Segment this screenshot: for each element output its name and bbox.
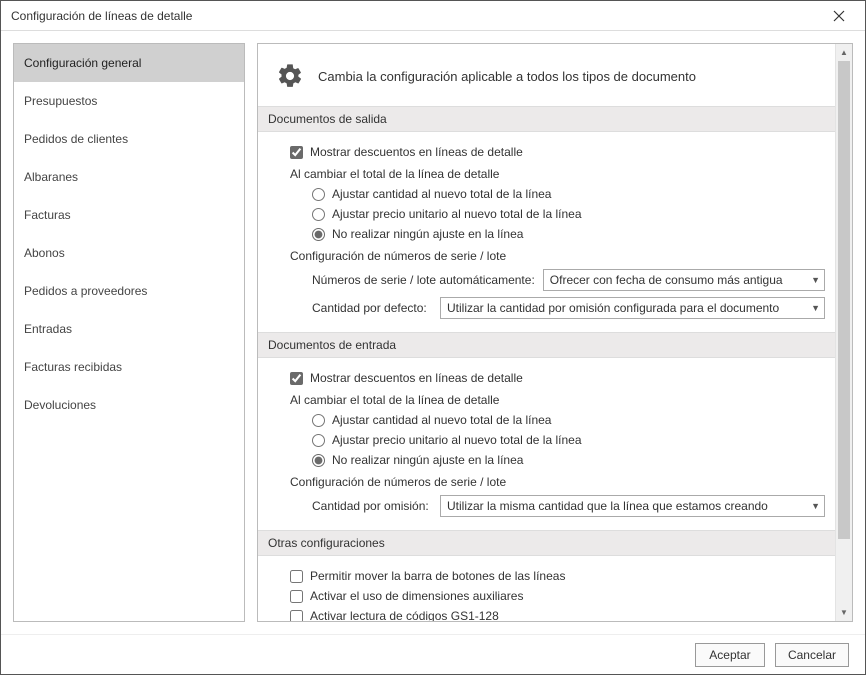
sidebar-item-pedidos-clientes[interactable]: Pedidos de clientes <box>14 120 244 158</box>
section-body-salida: Mostrar descuentos en líneas de detalle … <box>258 132 835 332</box>
sidebar-item-devoluciones[interactable]: Devoluciones <box>14 386 244 424</box>
radio-entrada-adjust-qty[interactable] <box>312 414 325 427</box>
label-entrada-qty-default: Cantidad por omisión: <box>312 499 432 513</box>
checkbox-otras-move-bar[interactable] <box>290 570 303 583</box>
label-entrada-no-adjust: No realizar ningún ajuste en la línea <box>332 453 523 467</box>
gear-icon <box>276 62 304 90</box>
sidebar-item-label: Configuración general <box>24 56 141 70</box>
sidebar-item-facturas[interactable]: Facturas <box>14 196 244 234</box>
button-label: Cancelar <box>788 648 836 662</box>
dialog-window: Configuración de líneas de detalle Confi… <box>0 0 866 675</box>
sidebar-item-presupuestos[interactable]: Presupuestos <box>14 82 244 120</box>
scroll-down-icon[interactable]: ▼ <box>836 604 852 621</box>
combo-salida-qty-default[interactable]: Utilizar la cantidad por omisión configu… <box>440 297 825 319</box>
section-header-otras: Otras configuraciones <box>258 530 835 556</box>
scrollbar-thumb[interactable] <box>838 61 850 539</box>
label-entrada-adjust-qty: Ajustar cantidad al nuevo total de la lí… <box>332 413 551 427</box>
section-header-salida: Documentos de salida <box>258 106 835 132</box>
vertical-scrollbar[interactable]: ▲ ▼ <box>835 44 852 621</box>
label-otras-gs1: Activar lectura de códigos GS1-128 <box>310 609 499 622</box>
label-salida-adjust-qty: Ajustar cantidad al nuevo total de la lí… <box>332 187 551 201</box>
content-title: Cambia la configuración aplicable a todo… <box>318 69 696 84</box>
checkbox-salida-show-discounts[interactable] <box>290 146 303 159</box>
section-header-entrada: Documentos de entrada <box>258 332 835 358</box>
section-body-otras: Permitir mover la barra de botones de la… <box>258 556 835 622</box>
sidebar-item-general[interactable]: Configuración general <box>14 44 244 82</box>
content-panel: Cambia la configuración aplicable a todo… <box>257 43 853 622</box>
sidebar-item-albaranes[interactable]: Albaranes <box>14 158 244 196</box>
label-salida-show-discounts: Mostrar descuentos en líneas de detalle <box>310 145 523 159</box>
label-salida-serial-config: Configuración de números de serie / lote <box>290 244 825 266</box>
sidebar-item-label: Pedidos a proveedores <box>24 284 147 298</box>
close-icon <box>833 10 845 22</box>
radio-salida-adjust-qty[interactable] <box>312 188 325 201</box>
label-otras-move-bar: Permitir mover la barra de botones de la… <box>310 569 565 583</box>
sidebar-item-entradas[interactable]: Entradas <box>14 310 244 348</box>
nav-sidebar: Configuración general Presupuestos Pedid… <box>13 43 245 622</box>
sidebar-item-label: Albaranes <box>24 170 78 184</box>
dialog-footer: Aceptar Cancelar <box>1 634 865 674</box>
sidebar-item-label: Entradas <box>24 322 72 336</box>
label-salida-qty-default: Cantidad por defecto: <box>312 301 432 315</box>
label-salida-adjust-price: Ajustar precio unitario al nuevo total d… <box>332 207 582 221</box>
combo-value: Utilizar la misma cantidad que la línea … <box>447 499 768 513</box>
chevron-down-icon: ▼ <box>811 501 820 511</box>
label-otras-aux-dims: Activar el uso de dimensiones auxiliares <box>310 589 523 603</box>
sidebar-item-label: Abonos <box>24 246 65 260</box>
sidebar-item-label: Presupuestos <box>24 94 97 108</box>
section-body-entrada: Mostrar descuentos en líneas de detalle … <box>258 358 835 530</box>
accept-button[interactable]: Aceptar <box>695 643 765 667</box>
button-label: Aceptar <box>709 648 750 662</box>
label-salida-on-change-total: Al cambiar el total de la línea de detal… <box>290 162 825 184</box>
dialog-body: Configuración general Presupuestos Pedid… <box>1 31 865 634</box>
scrollbar-track[interactable] <box>836 61 852 604</box>
sidebar-item-facturas-recibidas[interactable]: Facturas recibidas <box>14 348 244 386</box>
sidebar-item-label: Pedidos de clientes <box>24 132 128 146</box>
label-salida-no-adjust: No realizar ningún ajuste en la línea <box>332 227 523 241</box>
label-salida-serial-auto: Números de serie / lote automáticamente: <box>312 273 535 287</box>
label-entrada-serial-config: Configuración de números de serie / lote <box>290 470 825 492</box>
label-entrada-show-discounts: Mostrar descuentos en líneas de detalle <box>310 371 523 385</box>
chevron-down-icon: ▼ <box>811 275 820 285</box>
radio-entrada-adjust-price[interactable] <box>312 434 325 447</box>
window-title: Configuración de líneas de detalle <box>11 9 819 23</box>
titlebar: Configuración de líneas de detalle <box>1 1 865 31</box>
radio-entrada-no-adjust[interactable] <box>312 454 325 467</box>
combo-entrada-qty-default[interactable]: Utilizar la misma cantidad que la línea … <box>440 495 825 517</box>
sidebar-item-label: Facturas recibidas <box>24 360 122 374</box>
chevron-down-icon: ▼ <box>811 303 820 313</box>
checkbox-entrada-show-discounts[interactable] <box>290 372 303 385</box>
combo-value: Utilizar la cantidad por omisión configu… <box>447 301 779 315</box>
content-inner: Cambia la configuración aplicable a todo… <box>258 44 835 622</box>
checkbox-otras-gs1[interactable] <box>290 610 303 623</box>
cancel-button[interactable]: Cancelar <box>775 643 849 667</box>
checkbox-otras-aux-dims[interactable] <box>290 590 303 603</box>
radio-salida-no-adjust[interactable] <box>312 228 325 241</box>
combo-value: Ofrecer con fecha de consumo más antigua <box>550 273 783 287</box>
radio-salida-adjust-price[interactable] <box>312 208 325 221</box>
sidebar-item-label: Facturas <box>24 208 71 222</box>
label-entrada-on-change-total: Al cambiar el total de la línea de detal… <box>290 388 825 410</box>
sidebar-item-abonos[interactable]: Abonos <box>14 234 244 272</box>
content-header: Cambia la configuración aplicable a todo… <box>258 44 835 106</box>
combo-salida-serial-auto[interactable]: Ofrecer con fecha de consumo más antigua… <box>543 269 825 291</box>
label-entrada-adjust-price: Ajustar precio unitario al nuevo total d… <box>332 433 582 447</box>
close-button[interactable] <box>819 2 859 30</box>
scroll-up-icon[interactable]: ▲ <box>836 44 852 61</box>
sidebar-item-pedidos-proveedores[interactable]: Pedidos a proveedores <box>14 272 244 310</box>
sidebar-item-label: Devoluciones <box>24 398 96 412</box>
